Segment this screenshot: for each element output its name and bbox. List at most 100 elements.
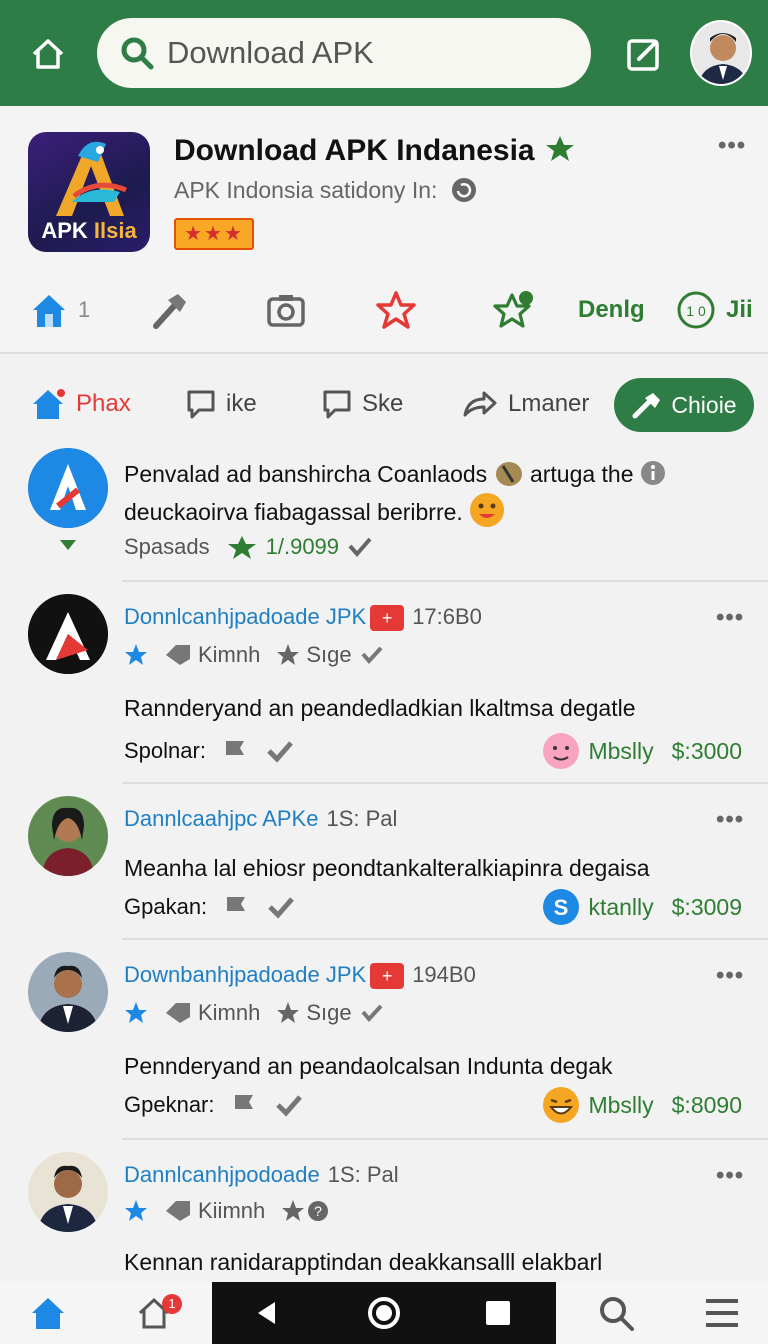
search-icon <box>600 1297 634 1331</box>
tab-ike[interactable]: ike <box>186 380 257 428</box>
info-icon[interactable] <box>640 460 666 486</box>
refresh-icon <box>451 178 476 202</box>
tool-camera[interactable] <box>266 276 306 344</box>
post-author[interactable]: Downbanhjpadoade JPK +194B0 <box>124 962 476 990</box>
star-icon <box>125 1200 147 1221</box>
post-meta: Kimnh Sıge <box>124 642 384 668</box>
system-recents-button[interactable] <box>458 1282 538 1344</box>
chevron-down-icon[interactable] <box>59 539 77 551</box>
tab-phax[interactable]: Phax <box>30 380 131 428</box>
post-avatar[interactable] <box>28 1152 108 1232</box>
laugh-emoji-icon <box>543 1087 580 1123</box>
star-icon <box>277 644 300 665</box>
feed-post[interactable]: Dannlcaahjpc APKe 1S: Pal ••• Meanha lal … <box>0 784 768 938</box>
nav-menu[interactable] <box>682 1282 762 1344</box>
footer-price: $:8090 <box>671 1091 742 1118</box>
bottom-navigation: 1 <box>0 1282 768 1344</box>
share-icon <box>463 391 497 417</box>
post-author[interactable]: Dannlcanhjpodoade 1S: Pal <box>124 1162 399 1188</box>
flag-outline-icon[interactable] <box>220 737 250 765</box>
nav-notifications[interactable]: 1 <box>114 1282 194 1344</box>
star-icon <box>282 1200 305 1221</box>
tool-text-1[interactable]: Denlg <box>578 276 645 344</box>
shield-star-icon <box>227 536 256 559</box>
pinned-meta: Spasads 1/.9099 <box>124 534 373 560</box>
profile-avatar[interactable] <box>690 20 752 86</box>
check-icon[interactable] <box>275 1093 303 1117</box>
search-icon <box>121 37 154 70</box>
comment-icon <box>323 390 351 419</box>
flag-icon: + <box>370 963 405 990</box>
search-bar[interactable]: Download APK <box>97 18 591 88</box>
more-options-icon[interactable]: ••• <box>716 604 744 632</box>
home-button[interactable] <box>24 30 72 78</box>
more-options-icon[interactable]: ••• <box>716 1162 744 1190</box>
help-icon: ? <box>308 1201 329 1221</box>
footer-name: ktanlly <box>588 893 654 920</box>
system-back-button[interactable] <box>226 1282 306 1344</box>
tool-text-2[interactable]: 1 0 Jii <box>676 276 753 344</box>
more-options-icon[interactable]: ••• <box>716 806 744 834</box>
post-avatar[interactable] <box>28 952 108 1032</box>
blush-emoji-icon <box>543 733 580 769</box>
tool-home-count: 1 <box>78 297 91 322</box>
post-meta: Kiimnh ? <box>124 1198 329 1224</box>
compose-button[interactable] <box>620 30 668 78</box>
comment-icon <box>187 390 215 419</box>
verified-leaf-icon <box>545 136 574 161</box>
home-icon <box>32 1298 64 1329</box>
more-options-icon[interactable]: ••• <box>716 962 744 990</box>
app-title: Download APK Indanesia <box>174 134 577 168</box>
home-circle-icon <box>368 1297 400 1329</box>
post-footer: Gpakan: S ktanlly $:3009 <box>124 888 742 926</box>
post-avatar[interactable] <box>28 448 108 528</box>
check-icon <box>348 537 372 558</box>
post-text: Kennan ranidarapptindan deakkansalll ela… <box>124 1249 603 1275</box>
post-text: Rannderyand an peandedladkian lkaltmsa d… <box>124 695 636 721</box>
more-options-icon[interactable]: ••• <box>718 132 746 160</box>
feed-post[interactable]: Downbanhjpadoade JPK +194B0 ••• Kimnh Sıg… <box>0 940 768 1138</box>
app-icon[interactable]: APK Ilsia <box>28 132 150 252</box>
smile-emoji-icon <box>470 493 505 527</box>
nav-home[interactable] <box>8 1282 88 1344</box>
star-badge-icon <box>493 291 533 328</box>
check-icon <box>361 646 383 665</box>
flag-outline-icon[interactable] <box>221 893 251 921</box>
search-placeholder: Download APK <box>167 35 374 70</box>
hammer-icon <box>632 393 661 419</box>
post-author[interactable]: Dannlcaahjpc APKe 1S: Pal <box>124 806 397 832</box>
post-avatar[interactable] <box>28 594 108 674</box>
tab-lmaner[interactable]: Lmaner <box>462 380 589 428</box>
feed-post[interactable]: Donnlcanhjpadoade JPK +17:6B0 ••• Kimnh S… <box>0 582 768 782</box>
post-avatar[interactable] <box>28 796 108 876</box>
footer-name: Mbslly <box>588 1091 654 1118</box>
star-icon <box>277 1002 300 1023</box>
tool-home[interactable]: 1 <box>30 276 90 344</box>
star-icon <box>125 644 147 665</box>
feed-post[interactable]: Dannlcanhjpodoade 1S: Pal ••• Kiimnh ? Ke… <box>0 1140 768 1282</box>
home-icon <box>32 39 64 69</box>
pinned-post[interactable]: Penvalad ad banshircha Coanlaods artuga … <box>0 444 768 580</box>
check-icon[interactable] <box>267 895 295 919</box>
tab-ske[interactable]: Ske <box>322 380 403 428</box>
svg-text:?: ? <box>314 1203 322 1219</box>
check-icon <box>361 1004 383 1023</box>
tab-chioie-button[interactable]: Chioie <box>614 378 754 432</box>
system-home-button[interactable] <box>344 1282 424 1344</box>
tool-favorite[interactable] <box>492 276 536 344</box>
tag-icon <box>166 645 190 665</box>
footer-price: $:3000 <box>671 737 742 764</box>
check-icon[interactable] <box>266 739 294 763</box>
tool-hammer[interactable] <box>150 276 190 344</box>
post-meta: Kimnh Sıge <box>124 1000 384 1026</box>
edit-icon <box>627 39 659 71</box>
flag-outline-icon[interactable] <box>229 1091 259 1119</box>
post-author[interactable]: Donnlcanhjpadoade JPK +17:6B0 <box>124 604 482 632</box>
hammer-icon <box>153 294 186 329</box>
tool-star[interactable] <box>374 276 418 344</box>
scroll-emoji-icon <box>495 462 522 486</box>
post-footer: Spolnar: Mbslly $:3000 <box>124 732 742 770</box>
star-icon <box>125 1002 147 1023</box>
nav-search[interactable] <box>576 1282 656 1344</box>
footer-price: $:3009 <box>671 893 742 920</box>
